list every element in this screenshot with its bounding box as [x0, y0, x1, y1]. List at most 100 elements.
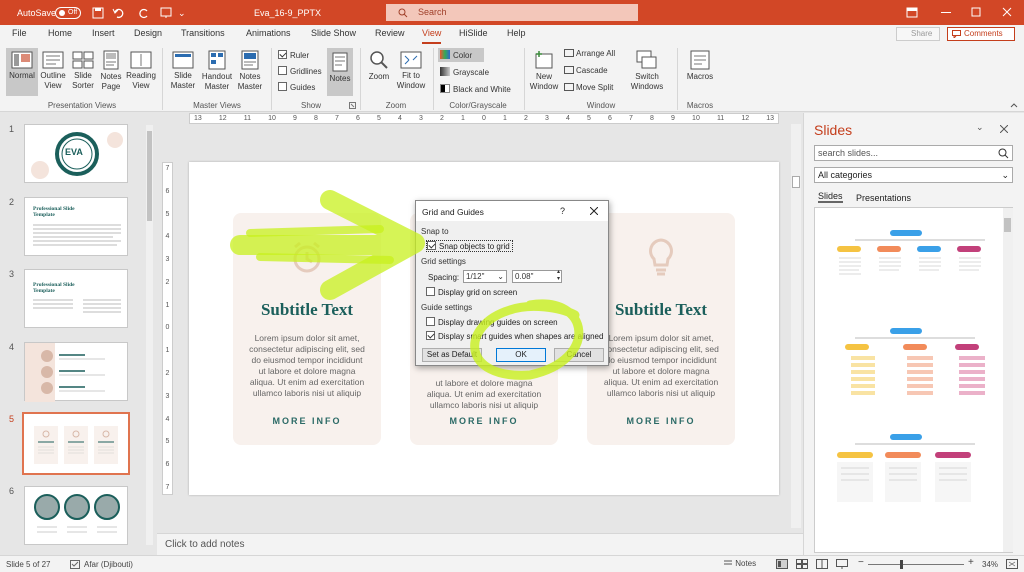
tab-home[interactable]: Home — [48, 28, 72, 38]
bw-swatch-icon — [440, 84, 450, 93]
arrange-all-button[interactable]: Arrange All — [564, 49, 615, 59]
notes-page-button[interactable]: Notes Page — [98, 48, 124, 92]
ruler-tick: 2 — [440, 115, 444, 122]
search-box[interactable]: Search — [386, 4, 638, 21]
zoom-level[interactable]: 34% — [982, 560, 998, 569]
qat-more-icon[interactable]: ⌄ — [178, 8, 186, 19]
zoom-button[interactable]: Zoom — [364, 48, 394, 82]
autosave-toggle[interactable]: Off — [55, 7, 81, 19]
slide-thumbnail-1[interactable]: EVA — [24, 124, 128, 183]
tab-slides[interactable]: Slides — [818, 191, 843, 203]
ruler-tick: 10 — [268, 115, 276, 122]
collapse-ribbon-icon[interactable] — [1010, 102, 1018, 108]
horizontal-ruler[interactable]: 13 12 11 10 9 8 7 6 5 4 3 2 1 0 1 2 3 4 5 6 7 8 9 10 11 12 13 — [189, 113, 779, 124]
notes-button[interactable]: Notes — [327, 48, 353, 96]
category-dropdown[interactable]: All categories ⌄ — [814, 167, 1013, 183]
guides-checkbox[interactable]: Guides — [278, 82, 315, 93]
slide-thumbnail-2[interactable]: Professional Slide Template — [24, 197, 128, 256]
autosave-label: AutoSave — [17, 8, 57, 18]
comments-button[interactable]: Comments — [947, 27, 1015, 41]
handout-master-button[interactable]: Handout Master — [199, 48, 235, 92]
save-icon[interactable] — [92, 7, 104, 19]
present-icon[interactable] — [160, 7, 172, 19]
slide-sorter-status-icon[interactable] — [796, 559, 808, 569]
ruler-tick: 13 — [766, 115, 774, 122]
tab-animations[interactable]: Animations — [246, 28, 291, 38]
pane-close-icon[interactable] — [1000, 125, 1008, 133]
new-window-button[interactable]: New Window — [528, 48, 560, 92]
thumbnail-scroll-thumb[interactable] — [147, 131, 152, 221]
slideshow-status-icon[interactable] — [836, 559, 848, 569]
language-indicator[interactable]: Afar (Djibouti) — [84, 560, 133, 569]
canvas-scroll-thumb[interactable] — [792, 176, 800, 188]
redo-icon[interactable] — [138, 7, 150, 19]
autosave-state: Off — [68, 9, 78, 16]
search-icon — [398, 8, 408, 18]
slide-master-button[interactable]: Slide Master — [168, 48, 198, 91]
pane-options-icon[interactable]: ⌄ — [976, 122, 984, 133]
share-button[interactable]: Share — [896, 27, 940, 41]
tab-help[interactable]: Help — [507, 28, 526, 38]
group-separator — [360, 48, 361, 110]
move-split-icon — [564, 83, 574, 91]
fit-to-window-button[interactable]: Fit to Window — [395, 48, 427, 91]
normal-view-button[interactable]: Normal — [6, 48, 38, 96]
tab-transitions[interactable]: Transitions — [181, 28, 225, 38]
vertical-ruler[interactable]: 7 6 5 4 3 2 1 0 1 2 3 4 5 6 7 — [162, 162, 173, 495]
maximize-icon[interactable] — [971, 7, 981, 17]
switch-windows-button[interactable]: Switch Windows — [626, 48, 668, 92]
gridlines-checkbox[interactable]: Gridlines — [278, 66, 322, 77]
spelling-icon[interactable] — [70, 560, 80, 569]
zoom-out-button[interactable]: − — [858, 557, 864, 568]
more-info-link[interactable]: MORE INFO — [410, 416, 558, 426]
color-option[interactable]: Color — [438, 48, 484, 62]
show-dialog-launcher-icon[interactable] — [349, 102, 356, 109]
reading-view-button[interactable]: Reading View — [125, 48, 157, 91]
slide-thumbnail-6[interactable] — [24, 486, 128, 545]
slide-library-list[interactable] — [814, 207, 1013, 553]
tab-view[interactable]: View — [422, 28, 442, 44]
library-scrollbar[interactable] — [1003, 208, 1013, 552]
ribbon-display-icon[interactable] — [906, 7, 918, 18]
notes-master-button[interactable]: Notes Master — [235, 48, 265, 92]
outline-view-button[interactable]: Outline View — [38, 48, 68, 91]
close-icon[interactable] — [1002, 7, 1012, 17]
undo-icon[interactable] — [112, 7, 126, 19]
card-body-line: ullamco laboris nisi ut aliquip — [606, 388, 716, 398]
notes-area[interactable]: Click to add notes — [157, 533, 803, 555]
tab-slide-show[interactable]: Slide Show — [311, 28, 356, 38]
fit-slide-icon[interactable] — [1006, 559, 1018, 569]
tab-file[interactable]: File — [12, 28, 27, 38]
tab-insert[interactable]: Insert — [92, 28, 115, 38]
canvas-scrollbar[interactable] — [791, 124, 801, 528]
tab-review[interactable]: Review — [375, 28, 405, 38]
normal-view-status-icon[interactable] — [776, 559, 788, 569]
notes-toggle-button[interactable]: Notes — [723, 558, 756, 570]
thumbnail-scrollbar[interactable] — [146, 125, 153, 545]
cascade-button[interactable]: Cascade — [564, 66, 608, 76]
ruler-tick: 4 — [165, 233, 170, 241]
more-info-link[interactable]: MORE INFO — [233, 416, 381, 426]
tab-hislide[interactable]: HiSlide — [459, 28, 488, 38]
zoom-slider[interactable] — [868, 560, 964, 569]
move-split-button[interactable]: Move Split — [564, 83, 613, 93]
slide-sorter-button[interactable]: Slide Sorter — [68, 48, 98, 91]
ruler-tick: 11 — [716, 115, 725, 122]
slide-thumbnail-5-selected[interactable] — [22, 412, 130, 475]
slides-search-input[interactable]: search slides... — [814, 145, 1013, 161]
tab-design[interactable]: Design — [134, 28, 162, 38]
slide-thumbnail-4[interactable] — [24, 342, 128, 402]
zoom-in-button[interactable]: + — [968, 557, 974, 568]
more-info-link[interactable]: MORE INFO — [587, 416, 735, 426]
black-white-option[interactable]: Black and White — [440, 84, 511, 95]
minimize-icon[interactable] — [941, 12, 951, 14]
macros-label: Macros — [686, 72, 714, 81]
macros-button[interactable]: Macros — [683, 48, 717, 82]
zoom-slider-thumb[interactable] — [900, 560, 903, 569]
ruler-checkbox[interactable]: Ruler — [278, 50, 309, 61]
slide-thumbnail-3[interactable]: Professional Slide Template — [24, 269, 128, 328]
grayscale-option[interactable]: Grayscale — [440, 67, 489, 78]
reading-view-status-icon[interactable] — [816, 559, 828, 569]
tab-presentations[interactable]: Presentations — [856, 193, 911, 203]
library-scroll-thumb[interactable] — [1004, 218, 1011, 232]
